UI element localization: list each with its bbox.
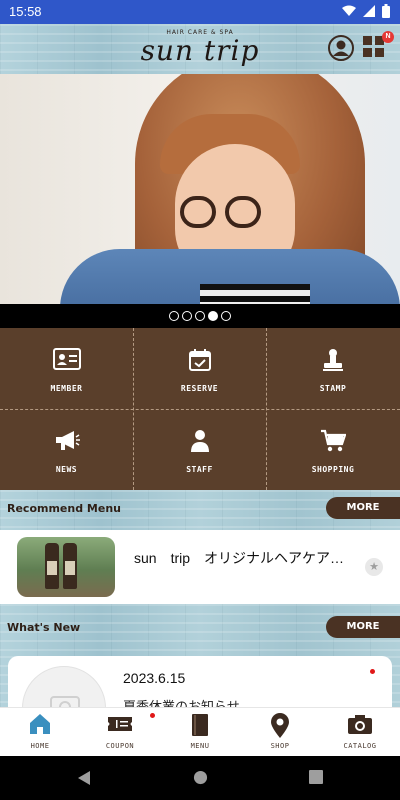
carousel-dot[interactable] — [182, 311, 192, 321]
carousel-dot[interactable] — [169, 311, 179, 321]
nav-label: CATALOG — [343, 742, 377, 750]
menu-label: STAFF — [186, 465, 213, 474]
member-card-icon — [52, 348, 81, 370]
bottom-navigation: HOME COUPON MENU SHOP CATALOG — [0, 707, 400, 756]
apps-menu-button[interactable]: N — [362, 31, 394, 61]
back-icon[interactable] — [76, 770, 92, 786]
calendar-check-icon — [188, 349, 211, 371]
system-navigation-bar — [0, 756, 400, 800]
whats-new-section-header: What's New MORE — [0, 604, 400, 656]
menu-label: NEWS — [55, 465, 78, 474]
wifi-icon — [342, 5, 356, 16]
hero-banner-image[interactable] — [0, 74, 400, 304]
status-bar: 15:58 — [0, 0, 400, 24]
menu-member-button[interactable]: MEMBER — [0, 328, 133, 409]
home-icon — [30, 714, 50, 734]
menu-label: SHOPPING — [311, 465, 355, 474]
carousel-dot[interactable] — [208, 311, 218, 321]
menu-shopping-button[interactable]: SHOPPING — [266, 409, 400, 490]
recommend-item-title: sun trip オリジナルヘアケアブ… — [134, 550, 358, 566]
nav-shop[interactable]: SHOP — [240, 708, 320, 757]
menu-label: RESERVE — [180, 384, 219, 393]
favorite-star-icon[interactable]: ★ — [365, 558, 383, 576]
menu-stamp-button[interactable]: STAMP — [266, 328, 400, 409]
recommend-more-button[interactable]: MORE — [326, 497, 400, 519]
menu-reserve-button[interactable]: RESERVE — [133, 328, 266, 409]
nav-label: SHOP — [270, 742, 290, 750]
app-header: HAIR CARE & SPA sun trip N — [0, 24, 400, 74]
whats-new-title: What's New — [7, 621, 81, 634]
main-menu-grid: MEMBER RESERVE STAMP NEWS STAFF SHOPPING — [0, 328, 400, 490]
carousel-indicator — [0, 304, 400, 328]
home-circle-icon[interactable] — [193, 770, 208, 785]
battery-icon — [382, 4, 390, 18]
user-circle-icon — [328, 35, 354, 61]
coupon-icon — [108, 717, 132, 731]
map-pin-icon — [271, 713, 289, 738]
menu-news-button[interactable]: NEWS — [0, 409, 133, 490]
person-icon — [190, 430, 209, 452]
carousel-dot[interactable] — [195, 311, 205, 321]
menu-staff-button[interactable]: STAFF — [133, 409, 266, 490]
whats-new-more-button[interactable]: MORE — [326, 616, 400, 638]
nav-label: COUPON — [105, 742, 135, 750]
recommend-item[interactable]: sun trip オリジナルヘアケアブ… ★ — [0, 530, 400, 604]
menu-label: MEMBER — [50, 384, 83, 393]
nav-catalog[interactable]: CATALOG — [320, 708, 400, 757]
status-time: 15:58 — [9, 4, 42, 19]
signal-icon — [363, 5, 375, 17]
cart-icon — [321, 429, 346, 452]
coupon-new-dot — [150, 713, 155, 718]
nav-label: HOME — [30, 742, 50, 750]
profile-button[interactable] — [328, 35, 354, 61]
recommend-title: Recommend Menu — [7, 502, 121, 515]
news-item-date: 2023.6.15 — [123, 670, 186, 686]
recommend-item-image — [17, 537, 115, 597]
menu-label: STAMP — [319, 384, 347, 393]
stamp-icon — [323, 349, 343, 371]
unread-dot — [370, 669, 375, 674]
nav-label: MENU — [190, 742, 210, 750]
nav-home[interactable]: HOME — [0, 708, 80, 757]
book-icon — [192, 714, 208, 736]
nav-menu[interactable]: MENU — [160, 708, 240, 757]
megaphone-icon — [55, 431, 80, 450]
nav-coupon[interactable]: COUPON — [80, 708, 160, 757]
recents-icon[interactable] — [309, 770, 323, 784]
carousel-dot[interactable] — [221, 311, 231, 321]
recommend-section-header: Recommend Menu MORE — [0, 490, 400, 530]
camera-icon — [348, 715, 372, 734]
notification-badge: N — [382, 31, 394, 43]
